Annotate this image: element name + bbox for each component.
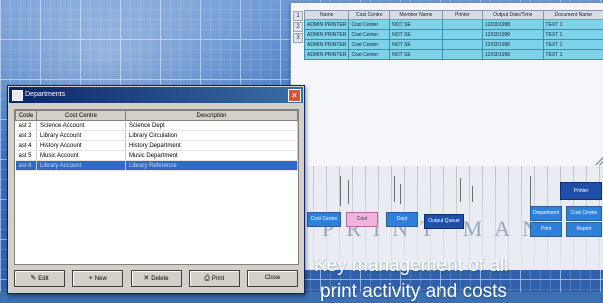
departments-table: Code Cost Centre Description ast 2Scienc…: [15, 110, 298, 171]
column-header[interactable]: Printer: [442, 11, 482, 20]
grid-cell[interactable]: 12/03/1998: [483, 40, 543, 50]
print-button[interactable]: ⎙Print: [189, 270, 240, 287]
grid-cell[interactable]: ADMIN PRINTER: [305, 20, 349, 30]
grid-row[interactable]: ADMIN PRINTERCost CenterNOT SE 12/03/1998…: [305, 20, 603, 30]
department-cell: Music Department: [126, 151, 298, 161]
edit-button[interactable]: ✎Edit: [14, 270, 65, 287]
department-row[interactable]: ast 2Science AccountScience Dept: [16, 121, 298, 131]
grid-cell[interactable]: TEXT 1: [543, 20, 603, 30]
department-cell: ast 2: [16, 121, 37, 131]
grid-cell[interactable]: Cost Center: [349, 50, 390, 60]
diagram-box-department[interactable]: Department: [530, 206, 562, 221]
window-icon: [12, 90, 23, 101]
department-cell: Music Account: [37, 151, 126, 161]
row-header[interactable]: 2: [293, 22, 303, 32]
column-header-cost-centre[interactable]: Cost Centre: [37, 111, 126, 121]
column-header[interactable]: Member Name: [390, 11, 443, 20]
print-label: Print: [212, 276, 224, 282]
delete-button[interactable]: ✕Delete: [131, 270, 182, 287]
department-row[interactable]: ast 4History AccountHistory Department: [16, 141, 298, 151]
records-window: 1 2 3 Name Cost Centre Member Name Print…: [290, 2, 603, 167]
caption-line-1: Key management of all: [314, 255, 508, 276]
department-cell: ast 5: [16, 151, 37, 161]
grid-cell[interactable]: NOT SE: [390, 30, 443, 40]
grid-cell[interactable]: TEXT 1: [543, 30, 603, 40]
close-label: Close: [265, 275, 280, 281]
grid-cell[interactable]: [442, 20, 482, 30]
grid-row[interactable]: ADMIN PRINTERCost CenterNOT SE 12/03/1998…: [305, 40, 603, 50]
department-cell: Library Account: [37, 161, 126, 171]
column-header[interactable]: Cost Centre: [349, 11, 390, 20]
diagram-box-cost-centre-2[interactable]: Cost Centre: [566, 206, 602, 221]
dialog-title: Departments: [25, 87, 65, 103]
new-button[interactable]: +New: [72, 270, 123, 287]
department-cell: Library Reference: [126, 161, 298, 171]
grid-cell[interactable]: NOT SE: [390, 50, 443, 60]
dialog-button-row: ✎Edit +New ✕Delete ⎙Print Close: [14, 270, 298, 286]
delete-icon: ✕: [143, 275, 149, 282]
department-cell: Library Account: [37, 131, 126, 141]
departments-dialog: Departments × Code Cost Centre Descripti…: [7, 85, 305, 294]
department-cell: ast 3: [16, 131, 37, 141]
grid-cell[interactable]: TEXT 1: [543, 40, 603, 50]
grid-cell[interactable]: ADMIN PRINTER: [305, 50, 349, 60]
records-grid: Name Cost Centre Member Name Printer Out…: [304, 10, 603, 60]
delete-label: Delete: [151, 276, 168, 282]
department-cell: Science Dept: [126, 121, 298, 131]
column-header[interactable]: Output Date/Time: [483, 11, 543, 20]
department-row[interactable]: ast 3Library AccountLibrary Circulation: [16, 131, 298, 141]
grid-cell[interactable]: 12/03/1998: [483, 50, 543, 60]
grid-cell[interactable]: Cost Center: [349, 20, 390, 30]
grid-cell[interactable]: Cost Center: [349, 30, 390, 40]
column-header[interactable]: Document Name: [543, 11, 603, 20]
department-cell: ast 6: [16, 161, 37, 171]
department-row[interactable]: ast 5Music AccountMusic Department: [16, 151, 298, 161]
dialog-titlebar[interactable]: Departments ×: [9, 87, 303, 103]
edit-label: Edit: [38, 276, 48, 282]
grid-cell[interactable]: ADMIN PRINTER: [305, 30, 349, 40]
diagram-box-output-queue[interactable]: Output Queue: [424, 214, 464, 229]
diagram-box-printer[interactable]: Printer: [560, 182, 602, 200]
row-header-column: 1 2 3: [293, 11, 303, 44]
diagram-box-dept[interactable]: Dept: [386, 212, 418, 227]
grid-cell[interactable]: [442, 40, 482, 50]
grid-cell[interactable]: [442, 30, 482, 40]
printer-icon: ⎙: [204, 275, 210, 282]
department-cell: Library Circulation: [126, 131, 298, 141]
close-icon[interactable]: ×: [288, 89, 301, 102]
grid-cell[interactable]: [442, 50, 482, 60]
grid-cell[interactable]: ADMIN PRINTER: [305, 40, 349, 50]
diagram-box-report[interactable]: Report: [566, 222, 602, 237]
edit-icon: ✎: [30, 275, 36, 282]
diagram-box-cost[interactable]: Cost: [346, 212, 378, 227]
column-header-code[interactable]: Code: [16, 111, 37, 121]
close-button[interactable]: Close: [247, 270, 298, 287]
department-cell: History Account: [37, 141, 126, 151]
diagram-box-print-manager[interactable]: Print Manager: [530, 222, 562, 237]
grid-row[interactable]: ADMIN PRINTERCost CenterNOT SE 12/03/1998…: [305, 30, 603, 40]
department-cell: History Department: [126, 141, 298, 151]
departments-list[interactable]: Code Cost Centre Description ast 2Scienc…: [14, 109, 299, 265]
row-header[interactable]: 1: [293, 11, 303, 21]
caption-line-2: print activity and costs: [320, 281, 603, 303]
resize-grip[interactable]: [595, 157, 603, 165]
department-row[interactable]: ast 6Library AccountLibrary Reference: [16, 161, 298, 171]
column-header-description[interactable]: Description: [126, 111, 298, 121]
row-header[interactable]: 3: [293, 33, 303, 43]
grid-row[interactable]: ADMIN PRINTERCost CenterNOT SE 12/03/1998…: [305, 50, 603, 60]
department-cell: ast 4: [16, 141, 37, 151]
diagram-box-cost-centre[interactable]: Cost Centre: [307, 212, 341, 227]
grid-cell[interactable]: Cost Center: [349, 40, 390, 50]
promo-caption: Key management of all print activity and…: [314, 255, 603, 303]
new-label: New: [95, 276, 107, 282]
plus-icon: +: [89, 275, 93, 282]
department-cell: Science Account: [37, 121, 126, 131]
grid-cell[interactable]: TEXT 1: [543, 50, 603, 60]
grid-cell[interactable]: NOT SE: [390, 40, 443, 50]
grid-cell[interactable]: 12/03/1998: [483, 30, 543, 40]
grid-cell[interactable]: NOT SE: [390, 20, 443, 30]
column-header[interactable]: Name: [305, 11, 349, 20]
grid-cell[interactable]: 12/03/1998: [483, 20, 543, 30]
